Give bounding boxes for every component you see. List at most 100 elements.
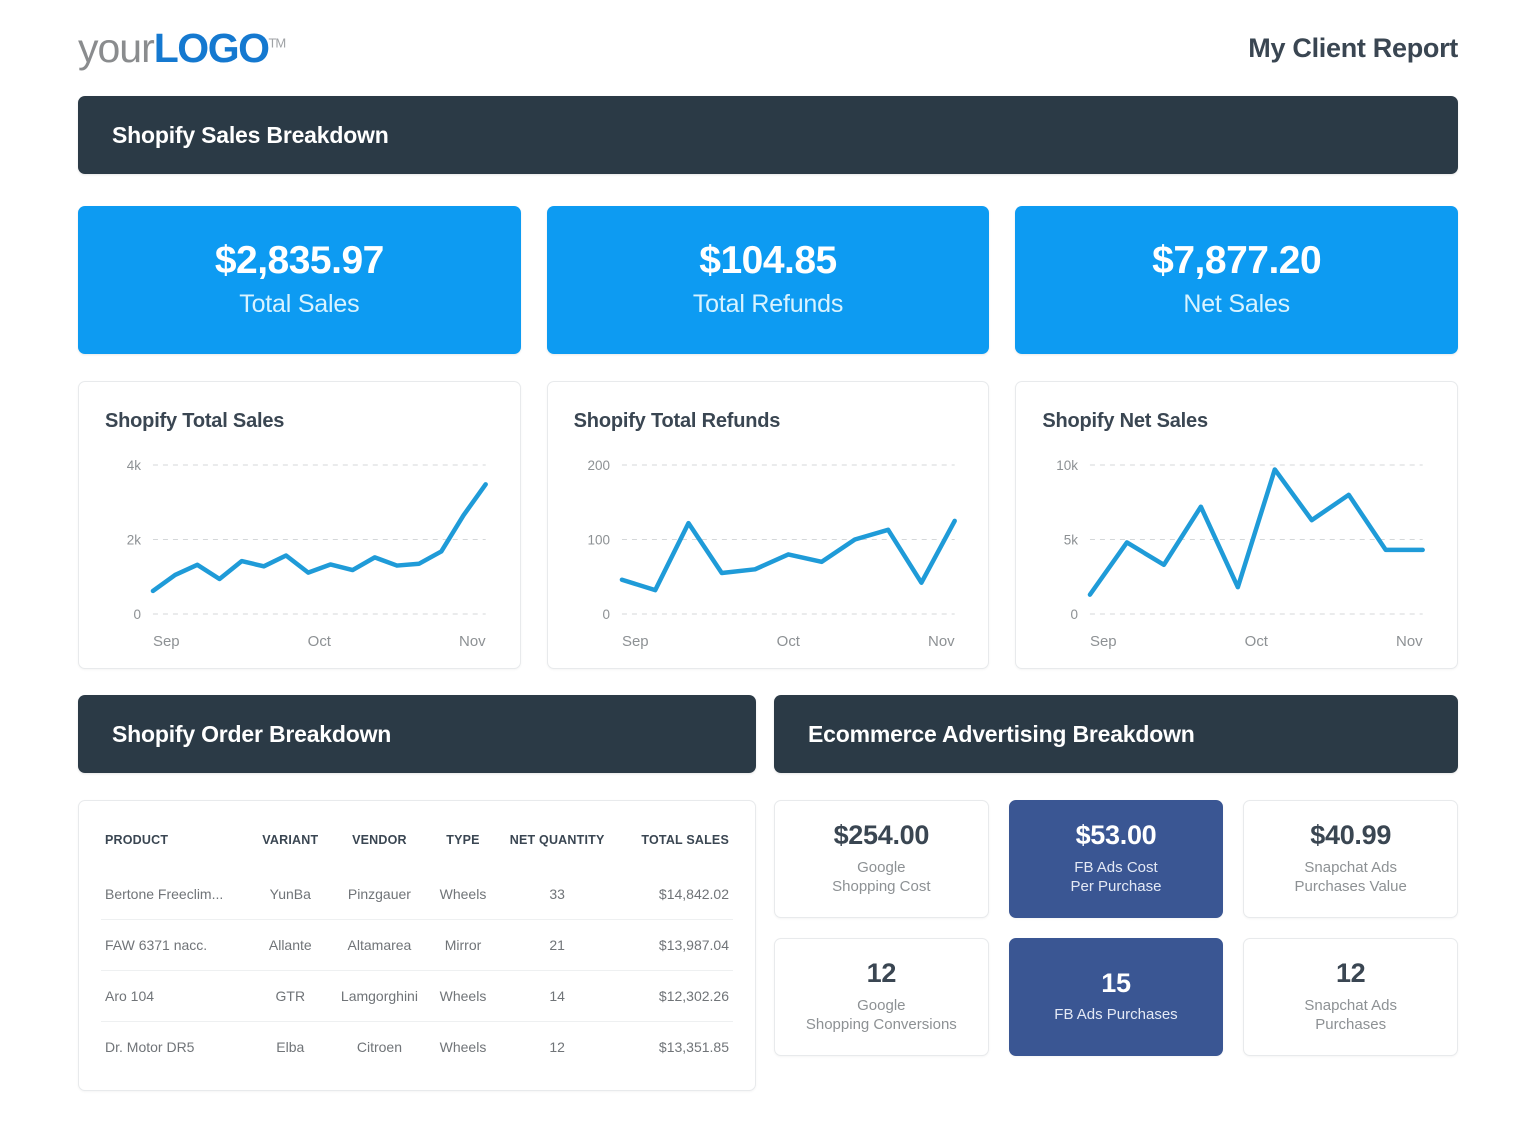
section-title: Ecommerce Advertising Breakdown	[808, 720, 1195, 747]
ad-label-line2: Purchases Value	[1294, 878, 1407, 896]
trademark-icon: TM	[268, 34, 286, 50]
section-header-row: Shopify Order Breakdown Ecommerce Advert…	[78, 695, 1458, 773]
ad-label-line1: Snapchat Ads	[1304, 858, 1397, 876]
svg-text:5k: 5k	[1064, 532, 1078, 547]
section-header-order-breakdown: Shopify Order Breakdown	[78, 695, 756, 773]
kpi-value: $104.85	[699, 238, 837, 282]
cell-variant: Allante	[252, 919, 329, 971]
chart-card-shopify-net-sales: Shopify Net Sales 0 5k 10k Sep Oct Nov	[1015, 381, 1459, 669]
dashboard-page: yourLOGOTM My Client Report Shopify Sale…	[0, 0, 1536, 1121]
kpi-card-total-sales[interactable]: $2,835.97 Total Sales	[78, 206, 521, 354]
cell-total-sales: $13,987.04	[618, 919, 733, 971]
svg-text:Sep: Sep	[622, 633, 649, 650]
svg-text:0: 0	[133, 607, 140, 622]
kpi-value: $7,877.20	[1152, 238, 1322, 282]
table-row[interactable]: FAW 6371 nacc. Allante Altamarea Mirror …	[101, 919, 733, 971]
cell-type: Wheels	[430, 970, 496, 1022]
svg-text:0: 0	[1071, 607, 1078, 622]
svg-text:Oct: Oct	[776, 633, 800, 650]
page-header: yourLOGOTM My Client Report	[78, 0, 1458, 96]
ad-card-fb-ads-purchases[interactable]: 15 FB Ads Purchases	[1008, 938, 1224, 1056]
cell-variant: Elba	[252, 1021, 329, 1072]
ad-card-value: $254.00	[833, 819, 930, 850]
ad-card-label: FB Ads Cost Per Purchase	[1071, 858, 1162, 898]
column-header-product[interactable]: PRODUCT	[101, 823, 252, 869]
ad-card-value: 12	[866, 957, 897, 988]
ad-label-line1: Google	[857, 996, 906, 1014]
line-chart-net-sales: 0 5k 10k Sep Oct Nov	[1042, 457, 1431, 656]
column-header-vendor[interactable]: VENDOR	[329, 823, 431, 869]
ad-card-value: 15	[1101, 967, 1131, 998]
chart-title: Shopify Total Sales	[105, 410, 285, 432]
column-header-net-quantity[interactable]: NET QUANTITY	[496, 823, 619, 869]
svg-text:Oct: Oct	[1245, 633, 1269, 650]
ad-card-value: $40.99	[1310, 819, 1392, 850]
page-title: My Client Report	[1248, 32, 1458, 63]
cell-type: Wheels	[430, 1021, 496, 1072]
cell-variant: YunBa	[269, 886, 311, 902]
svg-text:Sep: Sep	[1090, 633, 1117, 650]
table-body: Bertone Freeclim... YunBa Pinzgauer Whee…	[101, 869, 733, 1072]
ad-card-value: 12	[1335, 957, 1366, 988]
kpi-card-total-refunds[interactable]: $104.85 Total Refunds	[546, 206, 990, 354]
cell-vendor: Citroen	[328, 1021, 431, 1072]
cell-total-sales: $12,302.26	[618, 970, 733, 1022]
cell-net-quantity: 21	[495, 919, 619, 971]
ad-label-line2: Shopping Cost	[832, 878, 931, 896]
column-header-variant[interactable]: VARIANT	[252, 823, 329, 869]
svg-text:Oct: Oct	[308, 633, 332, 650]
chart-card-row: Shopify Total Sales 0 2k 4k Sep Oct Nov Shopi…	[78, 381, 1459, 669]
cell-type: Mirror	[430, 919, 496, 971]
kpi-label: Total Refunds	[692, 290, 844, 319]
svg-text:2k: 2k	[127, 532, 141, 547]
table-header: PRODUCT VARIANT VENDOR TYPE NET QUANTITY…	[101, 823, 733, 869]
kpi-value: $2,835.97	[214, 238, 385, 282]
svg-text:Sep: Sep	[153, 633, 180, 650]
table-row[interactable]: Bertone Freeclim... YunBa Pinzgauer Whee…	[101, 869, 733, 920]
line-chart-total-refunds: 0 100 200 Sep Oct Nov	[574, 457, 963, 656]
cell-type: Wheels	[439, 886, 487, 902]
table-row[interactable]: Dr. Motor DR5 Elba Citroen Wheels 12 $13…	[101, 1021, 733, 1072]
cell-product: FAW 6371 nacc.	[101, 919, 252, 971]
ad-card-google-shopping-conversions[interactable]: 12 Google Shopping Conversions	[774, 938, 989, 1056]
chart-title: Shopify Net Sales	[1042, 410, 1208, 432]
cell-product: Bertone Freeclim...	[105, 886, 224, 902]
kpi-card-row: $2,835.97 Total Sales $104.85 Total Refu…	[78, 206, 1459, 354]
svg-text:Nov: Nov	[928, 633, 955, 650]
chart-card-shopify-total-sales: Shopify Total Sales 0 2k 4k Sep Oct Nov	[78, 381, 521, 669]
ad-label-line1: FB Ads Purchases	[1054, 1006, 1178, 1024]
kpi-label: Total Sales	[239, 290, 360, 319]
kpi-label: Net Sales	[1183, 290, 1290, 319]
cell-total-sales: $13,351.85	[618, 1021, 733, 1072]
svg-text:Nov: Nov	[1396, 633, 1423, 650]
column-header-type[interactable]: TYPE	[430, 823, 495, 869]
ad-label-line2: Shopping Conversions	[805, 1016, 957, 1034]
svg-text:100: 100	[587, 532, 609, 547]
cell-vendor: Lamgorghini	[328, 970, 431, 1022]
cell-product: Dr. Motor DR5	[101, 1021, 252, 1072]
ad-card-google-shopping-cost[interactable]: $254.00 Google Shopping Cost	[774, 800, 989, 918]
brand-logo: yourLOGOTM	[78, 24, 286, 71]
svg-text:200: 200	[587, 458, 609, 473]
advertising-card-grid: $254.00 Google Shopping Cost $53.00 FB Ad…	[774, 800, 1458, 1091]
cell-product: Aro 104	[101, 970, 252, 1022]
ad-card-label: Snapchat Ads Purchases Value	[1295, 858, 1407, 898]
column-header-total-sales[interactable]: TOTAL SALES	[619, 823, 733, 869]
ad-card-snapchat-ads-purchases-value[interactable]: $40.99 Snapchat Ads Purchases Value	[1243, 800, 1458, 918]
section-header-advertising-breakdown: Ecommerce Advertising Breakdown	[774, 695, 1458, 773]
logo-text-your: your	[78, 24, 155, 71]
ad-card-label: Google Shopping Conversions	[806, 996, 957, 1036]
ad-card-fb-ads-cost-per-purchase[interactable]: $53.00 FB Ads Cost Per Purchase	[1008, 800, 1224, 918]
line-chart-total-sales: 0 2k 4k Sep Oct Nov	[105, 457, 494, 656]
svg-text:10k: 10k	[1057, 458, 1079, 473]
cell-total-sales: $14,842.02	[658, 886, 729, 902]
ad-card-label: FB Ads Purchases	[1054, 1005, 1177, 1025]
cell-net-quantity: 33	[549, 886, 565, 902]
svg-text:4k: 4k	[127, 458, 141, 473]
kpi-card-net-sales[interactable]: $7,877.20 Net Sales	[1015, 206, 1459, 354]
table-row[interactable]: Aro 104 GTR Lamgorghini Wheels 14 $12,30…	[101, 970, 733, 1022]
logo-text-logo: LOGO	[153, 24, 270, 71]
ad-card-snapchat-ads-purchases[interactable]: 12 Snapchat Ads Purchases	[1243, 938, 1458, 1056]
bottom-content-row: PRODUCT VARIANT VENDOR TYPE NET QUANTITY…	[78, 800, 1458, 1091]
order-breakdown-table: PRODUCT VARIANT VENDOR TYPE NET QUANTITY…	[101, 823, 733, 1072]
